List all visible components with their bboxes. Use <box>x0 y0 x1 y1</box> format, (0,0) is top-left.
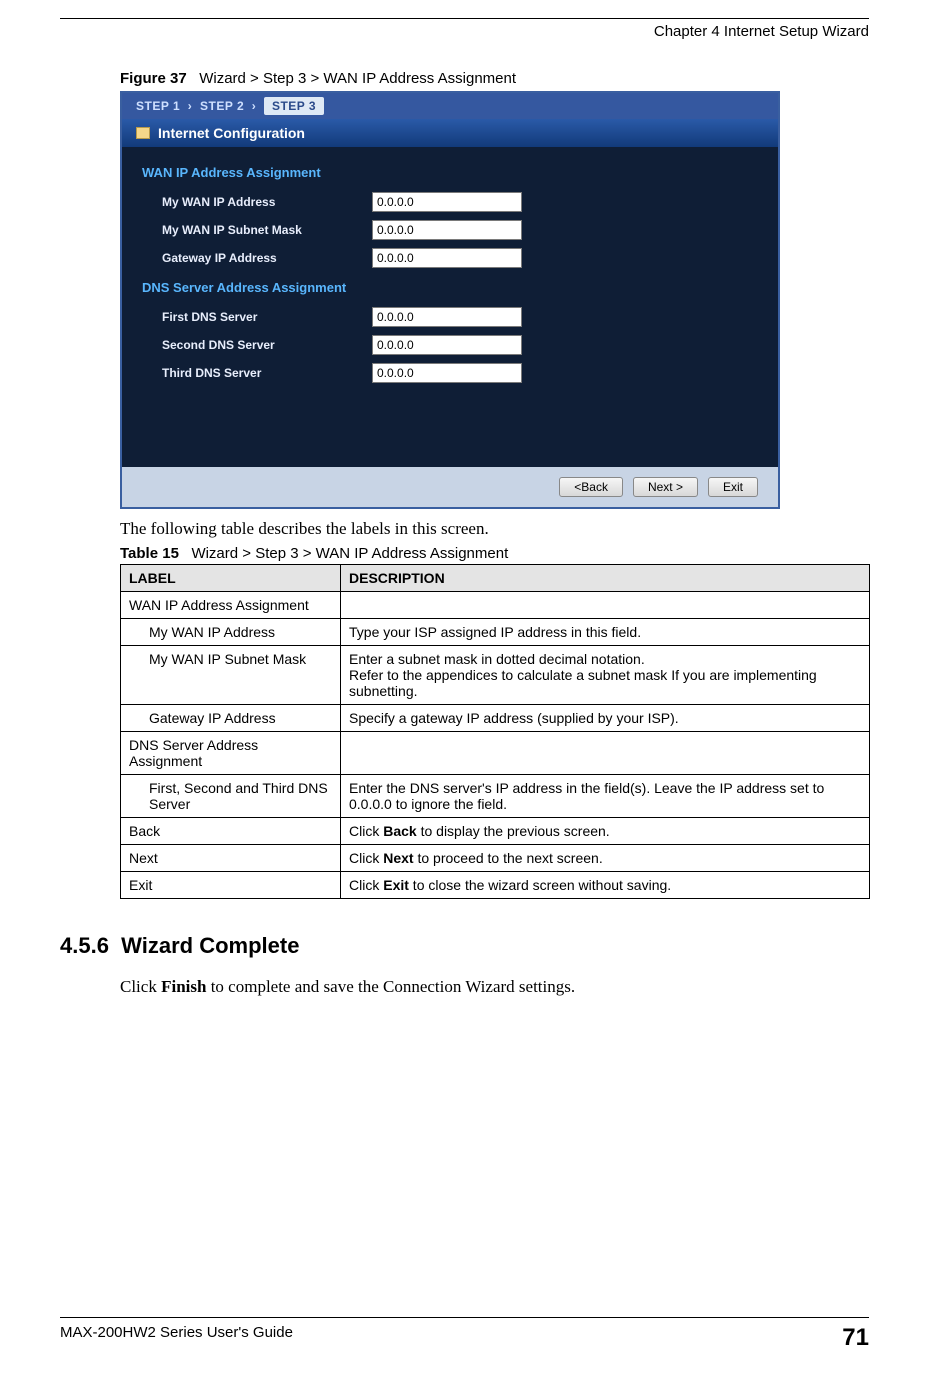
back-button[interactable]: <Back <box>559 477 623 497</box>
wan-section-label: WAN IP Address Assignment <box>142 165 758 180</box>
folder-icon <box>136 127 150 139</box>
table-caption: Table 15 Wizard > Step 3 > WAN IP Addres… <box>120 545 869 562</box>
cell-description: Type your ISP assigned IP address in thi… <box>341 619 870 646</box>
cell-label: First, Second and Third DNS Server <box>121 775 341 818</box>
exit-button[interactable]: Exit <box>708 477 758 497</box>
table-row: DNS Server Address Assignment <box>121 732 870 775</box>
table-label: Table 15 <box>120 545 179 562</box>
cell-description: Specify a gateway IP address (supplied b… <box>341 705 870 732</box>
cell-description: Enter a subnet mask in dotted decimal no… <box>341 646 870 705</box>
page-number: 71 <box>842 1324 869 1352</box>
wizard-steps: STEP 1 › STEP 2 › STEP 3 <box>122 93 778 119</box>
dns1-input[interactable] <box>372 307 522 327</box>
table-row: My WAN IP AddressType your ISP assigned … <box>121 619 870 646</box>
cell-label: Exit <box>121 872 341 899</box>
cell-description: Click Exit to close the wizard screen wi… <box>341 872 870 899</box>
next-button[interactable]: Next > <box>633 477 698 497</box>
panel-title-bar: Internet Configuration <box>122 119 778 147</box>
table-caption-text: Wizard > Step 3 > WAN IP Address Assignm… <box>191 545 508 562</box>
description-table: LABEL DESCRIPTION WAN IP Address Assignm… <box>120 564 870 899</box>
dns2-input[interactable] <box>372 335 522 355</box>
dns3-label: Third DNS Server <box>162 366 372 380</box>
table-row: BackClick Back to display the previous s… <box>121 818 870 845</box>
gateway-ip-label: Gateway IP Address <box>162 251 372 265</box>
cell-label: My WAN IP Address <box>121 619 341 646</box>
section-title: Wizard Complete <box>121 933 299 958</box>
table-row: ExitClick Exit to close the wizard scree… <box>121 872 870 899</box>
step3-label-active: STEP 3 <box>264 97 324 115</box>
section-number: 4.5.6 <box>60 933 109 958</box>
cell-description: Click Back to display the previous scree… <box>341 818 870 845</box>
table-row: WAN IP Address Assignment <box>121 592 870 619</box>
dns2-label: Second DNS Server <box>162 338 372 352</box>
cell-description: Click Next to proceed to the next screen… <box>341 845 870 872</box>
figure-label: Figure 37 <box>120 70 187 87</box>
wan-mask-label: My WAN IP Subnet Mask <box>162 223 372 237</box>
figure-caption-text: Wizard > Step 3 > WAN IP Address Assignm… <box>199 70 516 87</box>
dns1-label: First DNS Server <box>162 310 372 324</box>
cell-description <box>341 732 870 775</box>
section-heading: 4.5.6 Wizard Complete <box>60 933 869 959</box>
cell-label: WAN IP Address Assignment <box>121 592 341 619</box>
wan-mask-input[interactable] <box>372 220 522 240</box>
table-row: First, Second and Third DNS ServerEnter … <box>121 775 870 818</box>
cell-label: Next <box>121 845 341 872</box>
intro-paragraph: The following table describes the labels… <box>120 519 869 539</box>
section-paragraph: Click Finish to complete and save the Co… <box>120 977 869 997</box>
wizard-screenshot: STEP 1 › STEP 2 › STEP 3 Internet Config… <box>120 91 780 509</box>
cell-description: Enter the DNS server's IP address in the… <box>341 775 870 818</box>
cell-description <box>341 592 870 619</box>
cell-label: DNS Server Address Assignment <box>121 732 341 775</box>
wan-ip-input[interactable] <box>372 192 522 212</box>
table-row: Gateway IP AddressSpecify a gateway IP a… <box>121 705 870 732</box>
cell-label: Back <box>121 818 341 845</box>
th-description: DESCRIPTION <box>341 565 870 592</box>
step2-label: STEP 2 <box>200 99 244 113</box>
cell-label: Gateway IP Address <box>121 705 341 732</box>
chapter-header: Chapter 4 Internet Setup Wizard <box>60 23 869 40</box>
step1-label: STEP 1 <box>136 99 180 113</box>
dns3-input[interactable] <box>372 363 522 383</box>
table-row: My WAN IP Subnet MaskEnter a subnet mask… <box>121 646 870 705</box>
gateway-ip-input[interactable] <box>372 248 522 268</box>
wan-ip-label: My WAN IP Address <box>162 195 372 209</box>
dns-section-label: DNS Server Address Assignment <box>142 280 758 295</box>
cell-label: My WAN IP Subnet Mask <box>121 646 341 705</box>
figure-caption: Figure 37 Wizard > Step 3 > WAN IP Addre… <box>120 70 869 87</box>
footer-guide: MAX-200HW2 Series User's Guide <box>60 1324 293 1352</box>
table-row: NextClick Next to proceed to the next sc… <box>121 845 870 872</box>
panel-title-text: Internet Configuration <box>158 125 305 141</box>
th-label: LABEL <box>121 565 341 592</box>
